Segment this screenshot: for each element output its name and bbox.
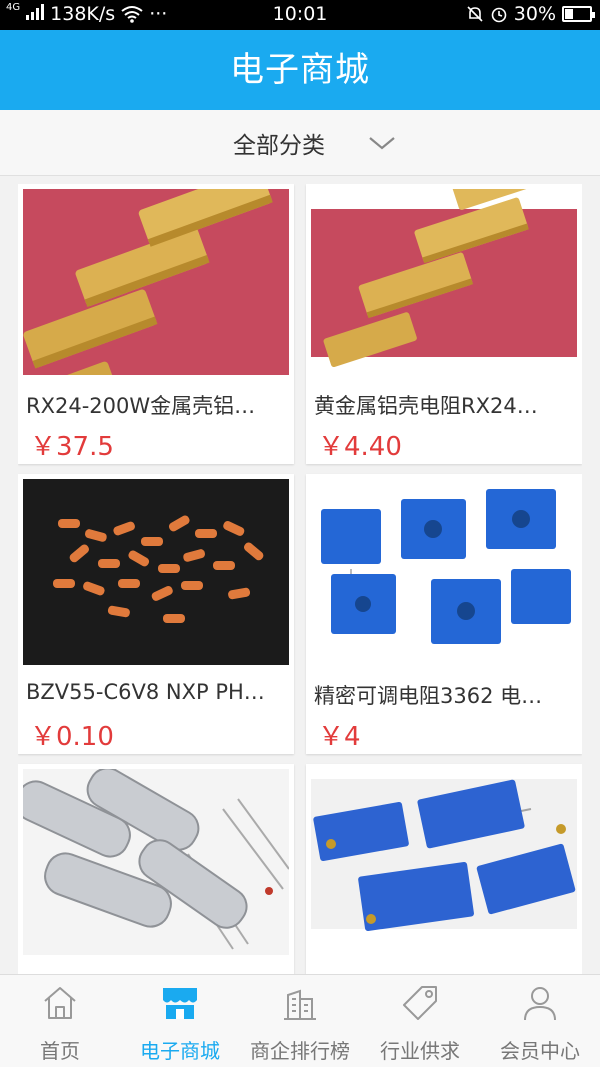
- tab-ranking-label: 商企排行榜: [250, 1039, 350, 1063]
- product-name: 黄金属铝壳电阻RX24…: [314, 394, 538, 418]
- page-title: 电子商城: [0, 30, 600, 110]
- product-price: ￥4.40: [318, 432, 402, 462]
- product-price: ￥0.10: [30, 722, 114, 752]
- building-icon: [284, 989, 316, 1020]
- chevron-down-icon: [369, 136, 395, 149]
- product-image: [311, 189, 577, 375]
- product-name: 精密可调电阻3362 电…: [314, 684, 543, 708]
- tab-shop-label: 电子商城: [140, 1039, 220, 1063]
- tab-supply[interactable]: 行业供求: [360, 975, 480, 1067]
- product-card[interactable]: BZV55-C6V8 NXP PH… ￥0.10: [18, 474, 294, 754]
- tab-member-label: 会员中心: [500, 1039, 580, 1063]
- tag-icon: [403, 986, 437, 1020]
- alarm-icon: [491, 7, 507, 23]
- product-image: [311, 479, 577, 665]
- product-card[interactable]: 精密可调电阻3362 电… ￥4: [306, 474, 582, 754]
- person-icon: [524, 987, 556, 1021]
- product-price: ￥4: [318, 722, 361, 752]
- product-grid: RX24-200W金属壳铝… ￥37.5 黄金属铝壳电阻RX24… ￥4.40: [18, 184, 582, 974]
- product-card[interactable]: RX24-200W金属壳铝… ￥37.5: [18, 184, 294, 464]
- tab-home[interactable]: 首页: [0, 975, 120, 1067]
- product-image: [23, 479, 289, 665]
- product-name: BZV55-C6V8 NXP PH…: [26, 680, 265, 704]
- tab-home-label: 首页: [40, 1039, 80, 1063]
- mute-bell-icon: [467, 6, 483, 22]
- tab-supply-label: 行业供求: [380, 1039, 460, 1063]
- tab-member[interactable]: 会员中心: [480, 975, 600, 1067]
- battery-percent: 30%: [513, 3, 556, 25]
- product-price: ￥37.5: [30, 432, 114, 462]
- product-name: RX24-200W金属壳铝…: [26, 394, 256, 418]
- product-card[interactable]: [306, 764, 582, 974]
- battery-icon: [562, 6, 595, 22]
- home-icon: [44, 987, 76, 1019]
- category-filter[interactable]: 全部分类: [0, 110, 600, 176]
- tab-ranking[interactable]: 商企排行榜: [240, 975, 360, 1067]
- status-bar: 4G 138K/s ··· 10:01 30%: [0, 0, 600, 30]
- product-image: [23, 189, 289, 375]
- product-image: [23, 769, 289, 955]
- tab-shop[interactable]: 电子商城: [120, 975, 240, 1067]
- product-card[interactable]: [18, 764, 294, 974]
- product-image: [311, 769, 577, 955]
- product-card[interactable]: 黄金属铝壳电阻RX24… ￥4.40: [306, 184, 582, 464]
- category-filter-label: 全部分类: [233, 132, 325, 159]
- shop-icon: [163, 988, 197, 1019]
- bottom-tab-bar: 首页 电子商城 商企排行榜 行业供求 会员中心: [0, 974, 600, 1067]
